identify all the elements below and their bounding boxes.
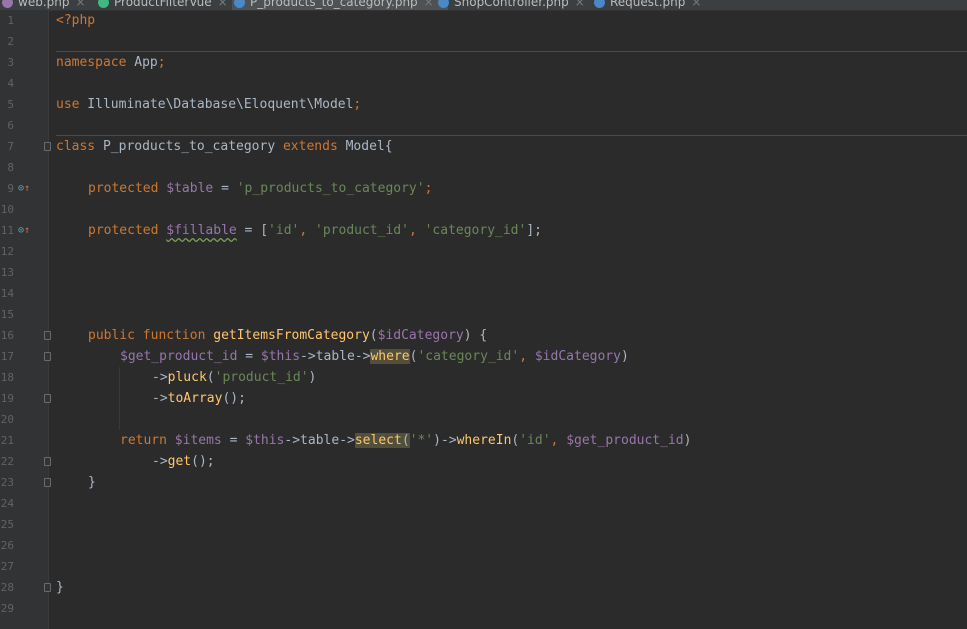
tab-close-icon[interactable]: ×: [575, 0, 585, 9]
code-editor[interactable]: <?php namespace App; use Illuminate\Data…: [49, 10, 967, 629]
php-class-icon: [594, 0, 605, 8]
override-marker-icon[interactable]: ⊙↑: [18, 220, 30, 241]
php-file-icon: [2, 0, 13, 8]
code-line-3: namespace App;: [56, 55, 166, 70]
line-number: 25: [0, 518, 14, 531]
code-line-16: public function getItemsFromCategory($id…: [88, 328, 488, 343]
line-number: 2: [7, 35, 14, 48]
line-number: 28: [0, 581, 14, 594]
line-number: 16: [0, 329, 14, 342]
tab-shop-controller[interactable]: ShopController.php ×: [436, 0, 585, 10]
code-line-17: $get_product_id = $this->table->where('c…: [120, 349, 629, 364]
code-line-19: ->toArray();: [152, 391, 246, 406]
line-number: 19: [0, 392, 14, 405]
line-number: 1: [7, 14, 14, 27]
indent-guide: [119, 367, 120, 388]
code-line-5: use Illuminate\Database\Eloquent\Model;: [56, 97, 362, 112]
tab-close-icon[interactable]: ×: [424, 0, 434, 9]
line-number: 22: [0, 455, 14, 468]
line-number: 27: [0, 560, 14, 573]
code-line-1: <?php: [56, 13, 96, 28]
line-number: 9: [7, 182, 14, 195]
line-number: 10: [0, 203, 14, 216]
tab-close-icon[interactable]: ×: [218, 0, 228, 9]
line-number: 6: [7, 119, 14, 132]
line-number: 21: [0, 434, 14, 447]
line-number: 18: [0, 371, 14, 384]
code-line-11: protected $fillable = ['id', 'product_id…: [88, 223, 542, 238]
code-line-22: ->get();: [152, 454, 215, 469]
line-number: 14: [0, 287, 14, 300]
line-number: 5: [7, 98, 14, 111]
tab-request-php[interactable]: Request.php ×: [592, 0, 701, 10]
code-line-9: protected $table = 'p_products_to_catego…: [88, 181, 433, 196]
line-number: 24: [0, 497, 14, 510]
php-class-icon: [438, 0, 449, 8]
method-separator: [56, 51, 967, 52]
line-number: 3: [7, 56, 14, 69]
override-marker-icon[interactable]: ⊙↑: [18, 178, 30, 199]
tab-web-php[interactable]: web.php ×: [0, 0, 86, 10]
code-line-18: ->pluck('product_id'): [152, 370, 317, 385]
line-number: 17: [0, 350, 14, 363]
line-number: 15: [0, 308, 14, 321]
line-number: 26: [0, 539, 14, 552]
line-number: 11: [0, 224, 14, 237]
line-number: 20: [0, 413, 14, 426]
code-line-21: return $items = $this->table->select('*'…: [120, 433, 692, 448]
line-number: 12: [0, 245, 14, 258]
php-class-icon: [234, 0, 245, 8]
indent-guide: [119, 388, 120, 430]
line-number: 13: [0, 266, 14, 279]
line-number-gutter[interactable]: 1 2 3 4 5 6 7 8 9 10 11 12 13 14 15 16 1…: [0, 10, 51, 629]
line-number: 8: [7, 161, 14, 174]
code-line-28: }: [56, 580, 64, 595]
line-number: 23: [0, 476, 14, 489]
code-line-23: }: [88, 475, 96, 490]
tab-close-icon[interactable]: ×: [75, 0, 85, 9]
line-number: 29: [0, 602, 14, 615]
line-number: 7: [7, 140, 14, 153]
line-number: 4: [7, 77, 14, 90]
code-line-7: class P_products_to_category extends Mod…: [56, 139, 393, 154]
tab-close-icon[interactable]: ×: [691, 0, 701, 9]
tab-product-filter-vue[interactable]: ProductFilterVue ×: [96, 0, 228, 10]
vue-file-icon: [98, 0, 109, 8]
